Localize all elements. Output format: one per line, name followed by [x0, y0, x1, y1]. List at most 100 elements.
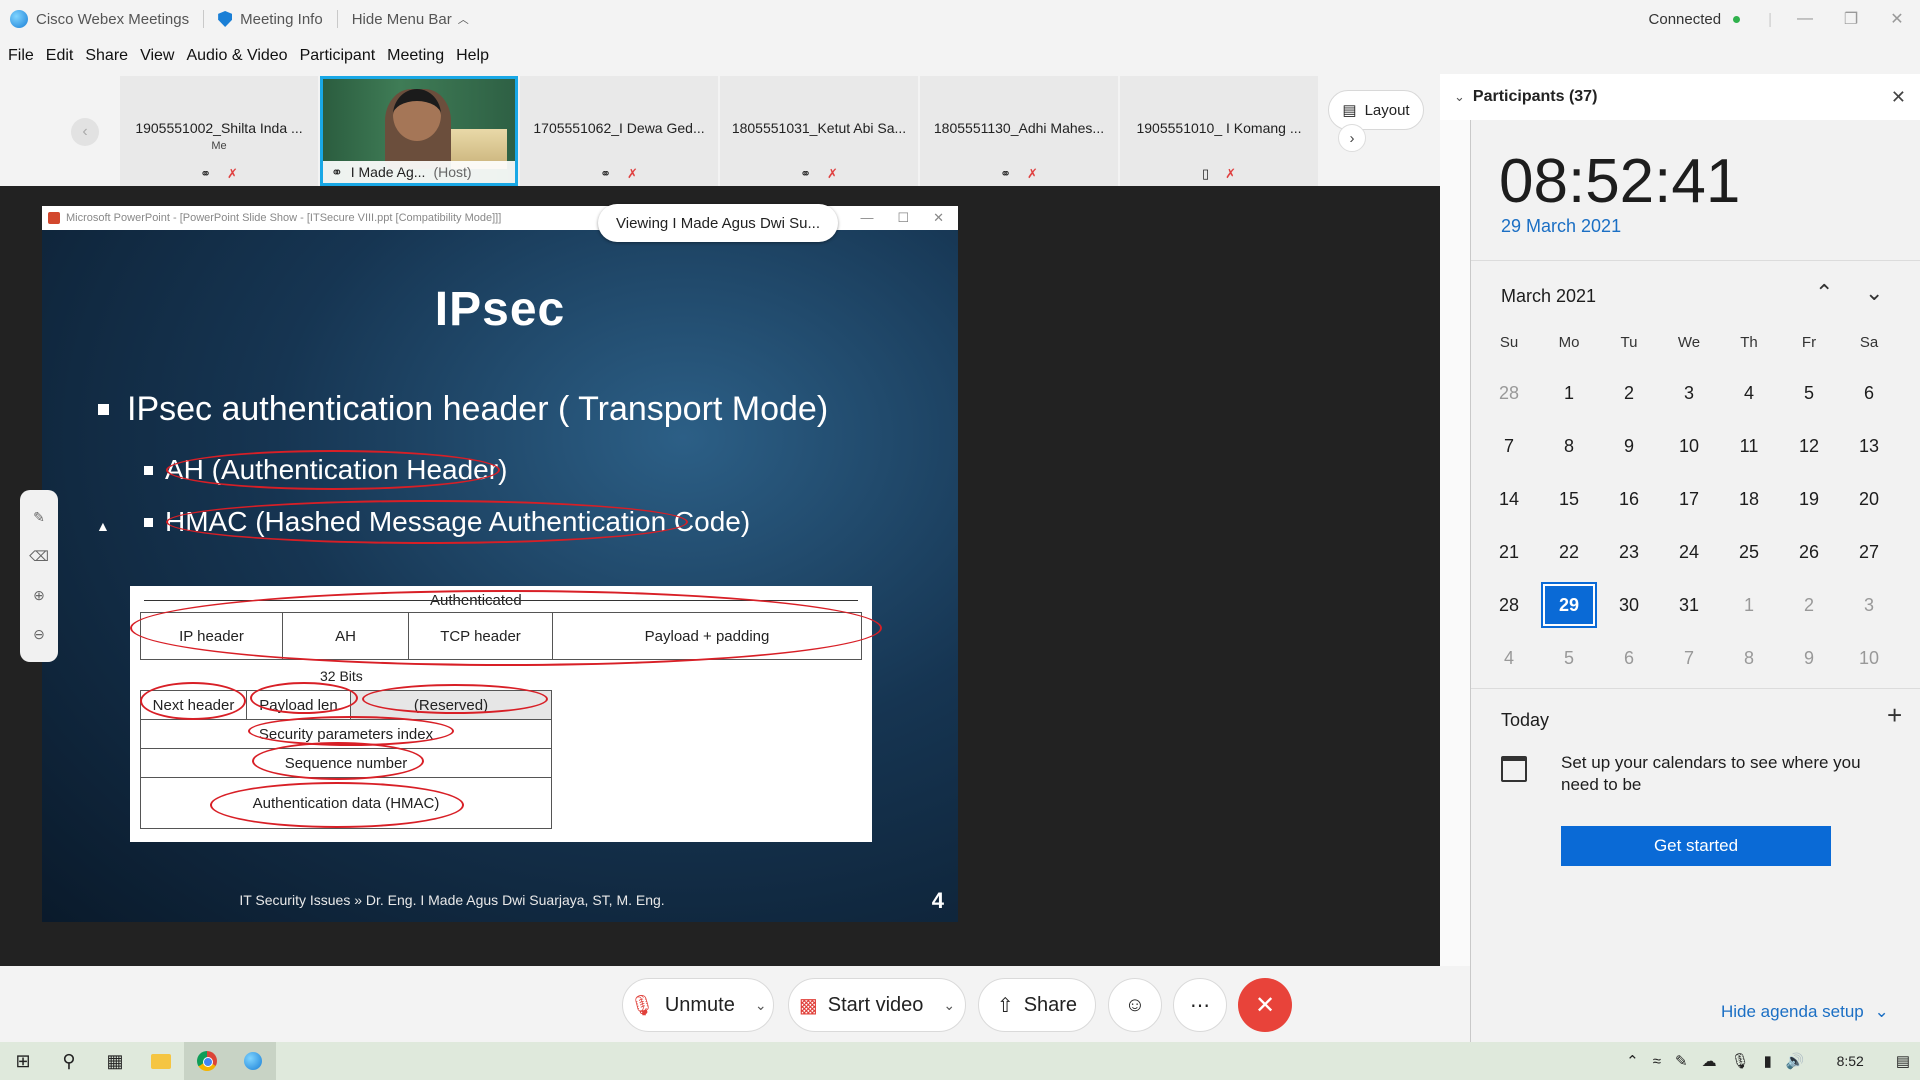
chrome-icon[interactable] — [184, 1042, 230, 1080]
chevron-down-icon[interactable]: ⌄ — [943, 997, 955, 1014]
minimize-button[interactable]: — — [1782, 0, 1828, 38]
calendar-day[interactable]: 19 — [1781, 476, 1837, 522]
pen-icon[interactable]: ✎ — [33, 509, 45, 526]
more-options-button[interactable]: ⋯ — [1173, 978, 1227, 1032]
volume-icon[interactable]: 🔊 — [1786, 1052, 1805, 1070]
calendar-day[interactable]: 10 — [1841, 635, 1897, 681]
calendar-day[interactable]: 18 — [1721, 476, 1777, 522]
chevron-left-icon[interactable]: ‹ — [71, 118, 99, 146]
participant-thumbnail[interactable]: 1805551130_Adhi Mahes... ⚭ ✗ — [920, 76, 1118, 186]
calendar-day[interactable]: 15 — [1541, 476, 1597, 522]
calendar-day[interactable]: 20 — [1841, 476, 1897, 522]
chevron-right-icon[interactable]: › — [1338, 124, 1366, 152]
menu-participant[interactable]: Participant — [300, 47, 376, 65]
zoom-out-icon[interactable]: ⊖ — [33, 626, 45, 643]
calendar-day[interactable]: 7 — [1661, 635, 1717, 681]
calendar-day[interactable]: 16 — [1601, 476, 1657, 522]
calendar-day[interactable]: 22 — [1541, 529, 1597, 575]
meeting-info-button[interactable]: Meeting Info — [218, 11, 323, 28]
chevron-up-icon[interactable]: ⌃ — [1626, 1052, 1639, 1070]
calendar-day[interactable]: 26 — [1781, 529, 1837, 575]
pen-icon[interactable]: ✎ — [1675, 1052, 1688, 1070]
previous-month-button[interactable]: ⌃ — [1815, 280, 1833, 306]
calendar-day[interactable]: 3 — [1661, 370, 1717, 416]
zoom-in-icon[interactable]: ⊕ — [33, 587, 45, 604]
chevron-down-icon[interactable]: ⌄ — [1454, 89, 1465, 105]
calendar-day[interactable]: 8 — [1721, 635, 1777, 681]
get-started-button[interactable]: Get started — [1561, 826, 1831, 866]
viewing-indicator[interactable]: Viewing I Made Agus Dwi Su... — [598, 204, 838, 242]
participant-thumbnail[interactable]: 1805551031_Ketut Abi Sa... ⚭ ✗ — [720, 76, 918, 186]
menu-file[interactable]: File — [8, 47, 34, 65]
notifications-icon[interactable]: ▤ — [1896, 1052, 1910, 1070]
calendar-day[interactable]: 2 — [1781, 582, 1837, 628]
calendar-day[interactable]: 4 — [1721, 370, 1777, 416]
calendar-day[interactable]: 9 — [1781, 635, 1837, 681]
unmute-button[interactable]: 🎙 Unmute ⌄ — [622, 978, 774, 1032]
calendar-day[interactable]: 28 — [1481, 582, 1537, 628]
eraser-icon[interactable]: ⌫ — [29, 548, 49, 565]
calendar-day[interactable]: 10 — [1661, 423, 1717, 469]
search-icon[interactable]: ⚲ — [46, 1042, 92, 1080]
microphone-icon[interactable]: 🎙 — [1731, 1052, 1750, 1070]
calendar-day[interactable]: 6 — [1601, 635, 1657, 681]
calendar-day[interactable]: 28 — [1481, 370, 1537, 416]
next-month-button[interactable]: ⌄ — [1865, 280, 1883, 306]
calendar-day[interactable]: 8 — [1541, 423, 1597, 469]
calendar-day[interactable]: 1 — [1541, 370, 1597, 416]
menu-meeting[interactable]: Meeting — [387, 47, 444, 65]
menu-view[interactable]: View — [140, 47, 174, 65]
file-explorer-icon[interactable] — [138, 1042, 184, 1080]
restore-button[interactable]: ❐ — [1828, 0, 1874, 38]
menu-edit[interactable]: Edit — [46, 47, 74, 65]
calendar-day[interactable]: 6 — [1841, 370, 1897, 416]
calendar-day[interactable]: 27 — [1841, 529, 1897, 575]
calendar-day[interactable]: 14 — [1481, 476, 1537, 522]
menu-audio-video[interactable]: Audio & Video — [186, 47, 287, 65]
participant-thumbnail[interactable]: 1705551062_I Dewa Ged... ⚭ ✗ — [520, 76, 718, 186]
flyout-date-link[interactable]: 29 March 2021 — [1501, 216, 1621, 237]
calendar-day[interactable]: 2 — [1601, 370, 1657, 416]
calendar-day[interactable]: 1 — [1721, 582, 1777, 628]
layout-button[interactable]: ▤ Layout — [1328, 90, 1424, 130]
calendar-day[interactable]: 13 — [1841, 423, 1897, 469]
calendar-day[interactable]: 24 — [1661, 529, 1717, 575]
add-event-button[interactable]: + — [1887, 700, 1902, 731]
battery-icon[interactable]: ▮ — [1764, 1052, 1772, 1070]
start-button[interactable]: ⊞ — [0, 1042, 46, 1080]
hide-agenda-setup-link[interactable]: Hide agenda setup ⌄ — [1721, 1002, 1889, 1022]
calendar-day[interactable]: 21 — [1481, 529, 1537, 575]
calendar-day[interactable]: 17 — [1661, 476, 1717, 522]
participant-thumbnail[interactable]: 1905551010_ I Komang ... ▯ ✗ — [1120, 76, 1318, 186]
calendar-day[interactable]: 11 — [1721, 423, 1777, 469]
calendar-day[interactable]: 4 — [1481, 635, 1537, 681]
chevron-down-icon[interactable]: ⌄ — [755, 997, 767, 1014]
menu-help[interactable]: Help — [456, 47, 489, 65]
menu-share[interactable]: Share — [85, 47, 128, 65]
calendar-day[interactable]: 30 — [1601, 582, 1657, 628]
calendar-day[interactable]: 5 — [1781, 370, 1837, 416]
hide-menu-bar-button[interactable]: Hide Menu Bar ︿ — [352, 11, 469, 28]
close-button[interactable]: ✕ — [1874, 0, 1920, 38]
start-video-button[interactable]: ▩ Start video ⌄ — [788, 978, 966, 1032]
calendar-day[interactable]: 29 — [1541, 582, 1597, 628]
calendar-day[interactable]: 9 — [1601, 423, 1657, 469]
calendar-month-title[interactable]: March 2021 — [1501, 286, 1596, 307]
cloud-icon[interactable]: ☁ — [1702, 1052, 1717, 1070]
close-icon[interactable]: ✕ — [1891, 87, 1906, 108]
reactions-button[interactable]: ☺ — [1108, 978, 1162, 1032]
task-view-icon[interactable]: ▦ — [92, 1042, 138, 1080]
calendar-day[interactable]: 3 — [1841, 582, 1897, 628]
wifi-icon[interactable]: ≈ — [1653, 1053, 1661, 1070]
calendar-day[interactable]: 5 — [1541, 635, 1597, 681]
calendar-day[interactable]: 23 — [1601, 529, 1657, 575]
share-button[interactable]: ⇧ Share — [978, 978, 1096, 1032]
end-meeting-button[interactable]: ✕ — [1238, 978, 1292, 1032]
participant-thumbnail[interactable]: 1905551002_Shilta Inda ... Me ⚭ ✗ — [120, 76, 318, 186]
calendar-day[interactable]: 31 — [1661, 582, 1717, 628]
host-video-thumbnail[interactable]: ⚭ I Made Ag... (Host) — [320, 76, 518, 186]
taskbar-clock[interactable]: 8:52 — [1837, 1053, 1864, 1069]
webex-taskbar-icon[interactable] — [230, 1042, 276, 1080]
calendar-day[interactable]: 25 — [1721, 529, 1777, 575]
calendar-day[interactable]: 7 — [1481, 423, 1537, 469]
